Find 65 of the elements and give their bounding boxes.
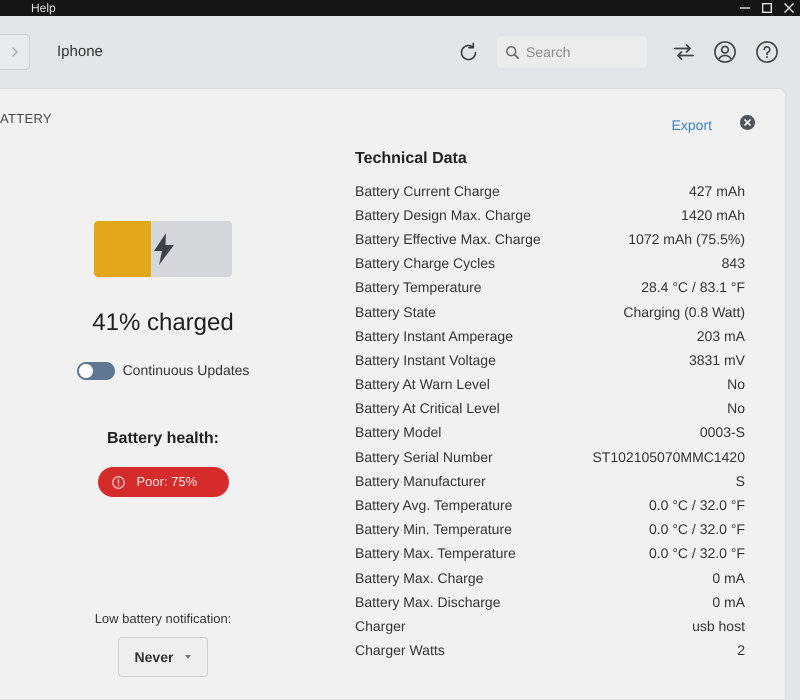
data-label: Battery Instant Amperage bbox=[355, 326, 513, 346]
data-value: 0003-S bbox=[700, 423, 745, 442]
data-label: Battery Max. Charge bbox=[355, 568, 484, 588]
transfer-arrows-icon[interactable] bbox=[674, 44, 694, 60]
data-label: Charger Watts bbox=[355, 641, 445, 660]
data-label: Battery Instant Voltage bbox=[355, 350, 496, 370]
health-status: Poor: 75% bbox=[136, 473, 198, 492]
data-label: Battery At Critical Level bbox=[355, 399, 500, 418]
data-value: 2 bbox=[737, 641, 745, 660]
data-label: Battery Serial Number bbox=[355, 448, 493, 467]
data-value: ST102105070MMC1420 bbox=[592, 448, 745, 467]
data-value: 427 mAh bbox=[688, 182, 745, 201]
section-heading: Technical Data bbox=[355, 149, 468, 169]
data-label: Battery Model bbox=[355, 423, 442, 442]
data-value: S bbox=[736, 472, 745, 491]
data-label: Battery Charge Cycles bbox=[355, 254, 496, 274]
data-label: Battery Manufacturer bbox=[355, 472, 486, 491]
data-value: No bbox=[727, 375, 745, 394]
data-value: 0.0 °C / 32.0 °F bbox=[648, 496, 745, 516]
data-value: 0.0 °C / 32.0 °F bbox=[648, 544, 745, 564]
data-value: 28.4 °C / 83.1 °F bbox=[641, 278, 745, 298]
charge-status: 41% charged bbox=[92, 308, 234, 338]
data-value: No bbox=[727, 399, 745, 418]
data-value: 1072 mAh (75.5%) bbox=[628, 230, 745, 249]
data-label: Battery State bbox=[355, 302, 436, 322]
exclamation-circle-icon bbox=[112, 476, 124, 488]
data-value: 3831 mV bbox=[688, 350, 745, 370]
user-icon[interactable] bbox=[714, 41, 736, 63]
toggle-switch[interactable] bbox=[76, 362, 115, 380]
section-title: ATTERY bbox=[0, 110, 52, 128]
data-label: Charger bbox=[355, 616, 406, 636]
caret-down-icon bbox=[185, 655, 192, 659]
search-icon bbox=[506, 46, 519, 58]
data-value: 843 bbox=[722, 254, 745, 274]
close-icon[interactable] bbox=[740, 115, 755, 130]
data-label: Battery Max. Discharge bbox=[355, 592, 500, 612]
menu-item[interactable]: Help bbox=[29, 1, 58, 15]
help-icon[interactable] bbox=[756, 41, 778, 63]
data-label: Battery Temperature bbox=[355, 278, 482, 298]
toggle-label: Continuous Updates bbox=[122, 361, 250, 380]
data-label: Battery Min. Temperature bbox=[355, 520, 512, 540]
refresh-icon[interactable] bbox=[458, 42, 479, 62]
data-value: Charging (0.8 Watt) bbox=[623, 302, 745, 322]
chevron-right-icon bbox=[12, 47, 18, 57]
data-value: usb host bbox=[692, 616, 745, 636]
data-label: Battery Max. Temperature bbox=[355, 544, 516, 564]
maximize-icon[interactable] bbox=[762, 3, 772, 13]
data-value: 0 mA bbox=[712, 592, 745, 612]
data-value: 203 mA bbox=[696, 326, 745, 346]
data-value: 1420 mAh bbox=[681, 206, 745, 225]
data-label: Battery Effective Max. Charge bbox=[355, 230, 541, 249]
notification-dropdown[interactable]: Never bbox=[118, 637, 208, 677]
data-value: 0.0 °C / 32.0 °F bbox=[648, 520, 745, 540]
notification-label: Low battery notification: bbox=[94, 610, 232, 628]
search-field[interactable]: Search bbox=[497, 36, 647, 68]
data-label: Battery Current Charge bbox=[355, 182, 500, 201]
health-label: Battery health: bbox=[106, 429, 220, 449]
data-label: Battery At Warn Level bbox=[355, 375, 490, 394]
close-icon[interactable] bbox=[784, 3, 794, 13]
minimize-icon[interactable] bbox=[740, 7, 750, 9]
export-link[interactable]: Export bbox=[672, 115, 712, 136]
data-label: Battery Avg. Temperature bbox=[355, 496, 512, 516]
device-name: Iphone bbox=[57, 42, 103, 62]
data-value: 0 mA bbox=[712, 568, 745, 588]
data-label: Battery Design Max. Charge bbox=[355, 206, 531, 225]
